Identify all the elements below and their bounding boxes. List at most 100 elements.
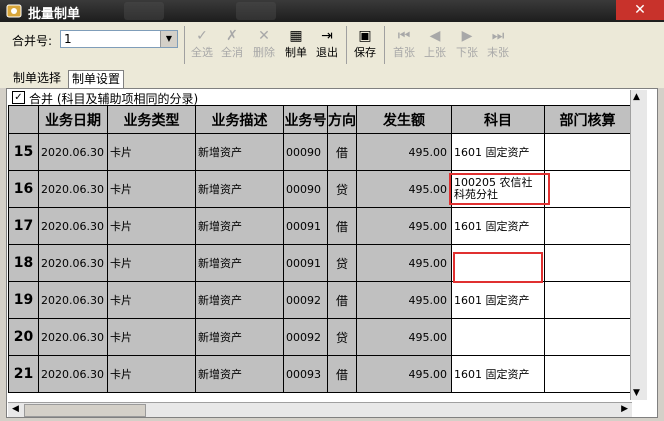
merge-number-value: 1 (64, 32, 72, 46)
voucher-grid: 业务日期 业务类型 业务描述 业务号 方向 发生额 科目 部门核算 15 202… (8, 105, 631, 393)
delete-icon: ✕ (258, 28, 270, 44)
row-number: 17 (8, 207, 39, 245)
close-button[interactable]: ✕ (616, 0, 664, 20)
date-cell: 2020.06.30 (38, 244, 108, 282)
header-business-description[interactable]: 业务描述 (195, 105, 284, 134)
type-cell: 卡片 (107, 170, 196, 208)
header-direction[interactable]: 方向 (327, 105, 357, 134)
merge-number-select[interactable]: 1 ▼ (60, 30, 178, 48)
select-all-icon: ✓ (196, 28, 208, 44)
row-number: 19 (8, 281, 39, 319)
department-cell[interactable] (544, 318, 631, 356)
amount-cell: 495.00 (356, 281, 452, 319)
date-cell: 2020.06.30 (38, 281, 108, 319)
row-number: 16 (8, 170, 39, 208)
direction-cell: 贷 (327, 318, 357, 356)
header-amount[interactable]: 发生额 (356, 105, 452, 134)
header-business-date[interactable]: 业务日期 (38, 105, 108, 134)
direction-cell: 贷 (327, 170, 357, 208)
deselect-all-button[interactable]: ✗ 全消 (218, 26, 246, 64)
scroll-left-icon[interactable]: ◀ (12, 404, 19, 414)
description-cell: 新增资产 (195, 281, 284, 319)
row-number: 15 (8, 133, 39, 171)
business-number-cell: 00091 (283, 207, 328, 245)
toolbar-separator (384, 26, 385, 64)
type-cell: 卡片 (107, 207, 196, 245)
scroll-up-icon[interactable]: ▲ (633, 92, 640, 102)
description-cell: 新增资产 (195, 355, 284, 393)
select-all-button[interactable]: ✓ 全选 (188, 26, 216, 64)
amount-cell: 495.00 (356, 133, 452, 171)
header-subject[interactable]: 科目 (451, 105, 545, 134)
exit-button[interactable]: ⇥ 退出 (313, 26, 341, 64)
department-cell[interactable] (544, 355, 631, 393)
make-voucher-button[interactable]: ▦ 制单 (282, 26, 310, 64)
row-number: 20 (8, 318, 39, 356)
type-cell: 卡片 (107, 355, 196, 393)
highlight-box (449, 173, 550, 205)
table-row[interactable]: 19 2020.06.30 卡片 新增资产 00092 借 495.00 160… (8, 281, 631, 319)
type-cell: 卡片 (107, 133, 196, 171)
direction-cell: 贷 (327, 244, 357, 282)
next-button[interactable]: ▶ 下张 (453, 26, 481, 64)
table-row[interactable]: 17 2020.06.30 卡片 新增资产 00091 借 495.00 160… (8, 207, 631, 245)
delete-button[interactable]: ✕ 删除 (250, 26, 278, 64)
department-cell[interactable] (544, 133, 631, 171)
direction-cell: 借 (327, 355, 357, 393)
title-bar: 批量制单 ✕ (0, 0, 664, 22)
scroll-down-icon[interactable]: ▼ (633, 388, 640, 398)
date-cell: 2020.06.30 (38, 318, 108, 356)
save-button[interactable]: ▣ 保存 (351, 26, 379, 64)
last-button[interactable]: ⏭ 末张 (484, 26, 512, 64)
business-number-cell: 00092 (283, 318, 328, 356)
window-title: 批量制单 (28, 7, 81, 22)
subject-cell[interactable]: 1601 固定资产 (451, 133, 545, 171)
amount-cell: 495.00 (356, 318, 452, 356)
header-row-number (8, 105, 39, 134)
header-business-number[interactable]: 业务号 (283, 105, 328, 134)
highlight-box (453, 252, 543, 283)
previous-button[interactable]: ◀ 上张 (421, 26, 449, 64)
amount-cell: 495.00 (356, 355, 452, 393)
merge-checkbox[interactable]: ✓ (12, 91, 25, 104)
subject-cell[interactable]: 1601 固定资产 (451, 355, 545, 393)
subject-cell[interactable]: 1601 固定资产 (451, 207, 545, 245)
horizontal-scrollbar[interactable]: ◀ ▶ (8, 402, 632, 417)
type-cell: 卡片 (107, 318, 196, 356)
business-number-cell: 00091 (283, 244, 328, 282)
vertical-scrollbar[interactable]: ▲ ▼ (630, 90, 647, 400)
header-department[interactable]: 部门核算 (544, 105, 631, 134)
department-cell[interactable] (544, 170, 631, 208)
table-row[interactable]: 15 2020.06.30 卡片 新增资产 00090 借 495.00 160… (8, 133, 631, 171)
amount-cell: 495.00 (356, 170, 452, 208)
tab-voucher-settings[interactable]: 制单设置 (68, 70, 125, 88)
department-cell[interactable] (544, 244, 631, 282)
direction-cell: 借 (327, 207, 357, 245)
description-cell: 新增资产 (195, 244, 284, 282)
date-cell: 2020.06.30 (38, 355, 108, 393)
subject-cell[interactable]: 1601 固定资产 (451, 281, 545, 319)
previous-icon: ◀ (429, 28, 441, 44)
subject-cell[interactable] (451, 318, 545, 356)
voucher-icon: ▦ (289, 28, 303, 44)
business-number-cell: 00090 (283, 170, 328, 208)
row-number: 21 (8, 355, 39, 393)
scroll-thumb[interactable] (24, 404, 146, 417)
scroll-right-icon[interactable]: ▶ (621, 404, 628, 414)
description-cell: 新增资产 (195, 170, 284, 208)
table-row[interactable]: 20 2020.06.30 卡片 新增资产 00092 贷 495.00 (8, 318, 631, 356)
chevron-down-icon[interactable]: ▼ (160, 31, 177, 47)
business-number-cell: 00090 (283, 133, 328, 171)
amount-cell: 495.00 (356, 244, 452, 282)
tab-voucher-select[interactable]: 制单选择 (10, 70, 64, 87)
table-row[interactable]: 21 2020.06.30 卡片 新增资产 00093 借 495.00 160… (8, 355, 631, 393)
type-cell: 卡片 (107, 244, 196, 282)
first-button[interactable]: ⏮ 首张 (390, 26, 418, 64)
business-number-cell: 00093 (283, 355, 328, 393)
department-cell[interactable] (544, 281, 631, 319)
department-cell[interactable] (544, 207, 631, 245)
header-business-type[interactable]: 业务类型 (107, 105, 196, 134)
exit-icon: ⇥ (321, 28, 333, 44)
description-cell: 新增资产 (195, 207, 284, 245)
date-cell: 2020.06.30 (38, 207, 108, 245)
